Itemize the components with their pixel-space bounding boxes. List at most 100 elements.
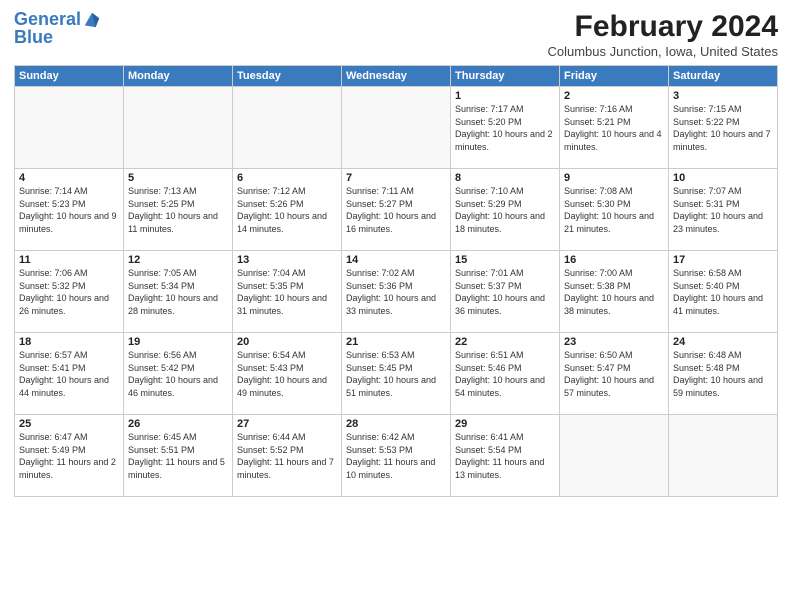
calendar-cell: 1Sunrise: 7:17 AM Sunset: 5:20 PM Daylig… [451,87,560,169]
calendar-cell: 16Sunrise: 7:00 AM Sunset: 5:38 PM Dayli… [560,251,669,333]
day-info: Sunrise: 6:57 AM Sunset: 5:41 PM Dayligh… [19,349,119,399]
day-info: Sunrise: 7:05 AM Sunset: 5:34 PM Dayligh… [128,267,228,317]
day-number: 18 [19,336,119,348]
calendar-cell: 23Sunrise: 6:50 AM Sunset: 5:47 PM Dayli… [560,333,669,415]
day-number: 21 [346,336,446,348]
day-number: 27 [237,418,337,430]
day-info: Sunrise: 7:02 AM Sunset: 5:36 PM Dayligh… [346,267,446,317]
weekday-header: Thursday [451,66,560,87]
calendar-cell: 8Sunrise: 7:10 AM Sunset: 5:29 PM Daylig… [451,169,560,251]
day-info: Sunrise: 7:04 AM Sunset: 5:35 PM Dayligh… [237,267,337,317]
calendar-cell: 29Sunrise: 6:41 AM Sunset: 5:54 PM Dayli… [451,415,560,497]
day-info: Sunrise: 6:51 AM Sunset: 5:46 PM Dayligh… [455,349,555,399]
calendar-week-row: 25Sunrise: 6:47 AM Sunset: 5:49 PM Dayli… [15,415,778,497]
calendar-week-row: 1Sunrise: 7:17 AM Sunset: 5:20 PM Daylig… [15,87,778,169]
calendar: SundayMondayTuesdayWednesdayThursdayFrid… [14,65,778,497]
calendar-header-row: SundayMondayTuesdayWednesdayThursdayFrid… [15,66,778,87]
weekday-header: Saturday [669,66,778,87]
day-number: 28 [346,418,446,430]
day-number: 6 [237,172,337,184]
day-number: 1 [455,90,555,102]
day-number: 3 [673,90,773,102]
day-number: 19 [128,336,228,348]
day-number: 13 [237,254,337,266]
day-number: 15 [455,254,555,266]
calendar-cell: 11Sunrise: 7:06 AM Sunset: 5:32 PM Dayli… [15,251,124,333]
header-area: General Blue February 2024 Columbus Junc… [14,10,778,59]
subtitle: Columbus Junction, Iowa, United States [547,44,778,59]
calendar-cell: 19Sunrise: 6:56 AM Sunset: 5:42 PM Dayli… [124,333,233,415]
calendar-cell: 24Sunrise: 6:48 AM Sunset: 5:48 PM Dayli… [669,333,778,415]
calendar-cell [233,87,342,169]
weekday-header: Friday [560,66,669,87]
day-number: 22 [455,336,555,348]
calendar-cell: 13Sunrise: 7:04 AM Sunset: 5:35 PM Dayli… [233,251,342,333]
day-info: Sunrise: 6:44 AM Sunset: 5:52 PM Dayligh… [237,431,337,481]
calendar-cell: 5Sunrise: 7:13 AM Sunset: 5:25 PM Daylig… [124,169,233,251]
day-number: 14 [346,254,446,266]
calendar-cell: 9Sunrise: 7:08 AM Sunset: 5:30 PM Daylig… [560,169,669,251]
day-info: Sunrise: 6:47 AM Sunset: 5:49 PM Dayligh… [19,431,119,481]
calendar-cell: 20Sunrise: 6:54 AM Sunset: 5:43 PM Dayli… [233,333,342,415]
day-number: 12 [128,254,228,266]
day-info: Sunrise: 7:06 AM Sunset: 5:32 PM Dayligh… [19,267,119,317]
calendar-cell [342,87,451,169]
calendar-cell: 28Sunrise: 6:42 AM Sunset: 5:53 PM Dayli… [342,415,451,497]
day-info: Sunrise: 6:53 AM Sunset: 5:45 PM Dayligh… [346,349,446,399]
day-number: 10 [673,172,773,184]
calendar-cell: 17Sunrise: 6:58 AM Sunset: 5:40 PM Dayli… [669,251,778,333]
calendar-cell: 26Sunrise: 6:45 AM Sunset: 5:51 PM Dayli… [124,415,233,497]
day-info: Sunrise: 7:12 AM Sunset: 5:26 PM Dayligh… [237,185,337,235]
calendar-cell: 6Sunrise: 7:12 AM Sunset: 5:26 PM Daylig… [233,169,342,251]
day-info: Sunrise: 7:00 AM Sunset: 5:38 PM Dayligh… [564,267,664,317]
logo-icon [83,11,101,29]
calendar-cell [15,87,124,169]
day-number: 7 [346,172,446,184]
day-info: Sunrise: 6:41 AM Sunset: 5:54 PM Dayligh… [455,431,555,481]
calendar-cell: 14Sunrise: 7:02 AM Sunset: 5:36 PM Dayli… [342,251,451,333]
calendar-cell [124,87,233,169]
day-info: Sunrise: 7:13 AM Sunset: 5:25 PM Dayligh… [128,185,228,235]
calendar-cell: 2Sunrise: 7:16 AM Sunset: 5:21 PM Daylig… [560,87,669,169]
calendar-week-row: 11Sunrise: 7:06 AM Sunset: 5:32 PM Dayli… [15,251,778,333]
day-info: Sunrise: 6:58 AM Sunset: 5:40 PM Dayligh… [673,267,773,317]
day-info: Sunrise: 6:54 AM Sunset: 5:43 PM Dayligh… [237,349,337,399]
weekday-header: Wednesday [342,66,451,87]
logo-blue: Blue [14,28,101,48]
calendar-cell: 27Sunrise: 6:44 AM Sunset: 5:52 PM Dayli… [233,415,342,497]
calendar-cell: 15Sunrise: 7:01 AM Sunset: 5:37 PM Dayli… [451,251,560,333]
calendar-cell: 12Sunrise: 7:05 AM Sunset: 5:34 PM Dayli… [124,251,233,333]
calendar-cell [669,415,778,497]
calendar-cell: 3Sunrise: 7:15 AM Sunset: 5:22 PM Daylig… [669,87,778,169]
day-info: Sunrise: 6:42 AM Sunset: 5:53 PM Dayligh… [346,431,446,481]
day-info: Sunrise: 7:17 AM Sunset: 5:20 PM Dayligh… [455,103,555,153]
day-info: Sunrise: 7:08 AM Sunset: 5:30 PM Dayligh… [564,185,664,235]
day-number: 4 [19,172,119,184]
weekday-header: Tuesday [233,66,342,87]
calendar-week-row: 18Sunrise: 6:57 AM Sunset: 5:41 PM Dayli… [15,333,778,415]
day-number: 9 [564,172,664,184]
weekday-header: Monday [124,66,233,87]
calendar-cell: 22Sunrise: 6:51 AM Sunset: 5:46 PM Dayli… [451,333,560,415]
day-number: 23 [564,336,664,348]
calendar-cell: 10Sunrise: 7:07 AM Sunset: 5:31 PM Dayli… [669,169,778,251]
day-info: Sunrise: 6:50 AM Sunset: 5:47 PM Dayligh… [564,349,664,399]
day-number: 29 [455,418,555,430]
calendar-cell: 18Sunrise: 6:57 AM Sunset: 5:41 PM Dayli… [15,333,124,415]
day-info: Sunrise: 7:14 AM Sunset: 5:23 PM Dayligh… [19,185,119,235]
day-info: Sunrise: 7:11 AM Sunset: 5:27 PM Dayligh… [346,185,446,235]
day-info: Sunrise: 7:15 AM Sunset: 5:22 PM Dayligh… [673,103,773,153]
day-info: Sunrise: 7:01 AM Sunset: 5:37 PM Dayligh… [455,267,555,317]
page: General Blue February 2024 Columbus Junc… [0,0,792,612]
day-number: 24 [673,336,773,348]
day-number: 5 [128,172,228,184]
day-info: Sunrise: 6:48 AM Sunset: 5:48 PM Dayligh… [673,349,773,399]
day-number: 2 [564,90,664,102]
day-number: 25 [19,418,119,430]
calendar-cell: 21Sunrise: 6:53 AM Sunset: 5:45 PM Dayli… [342,333,451,415]
day-info: Sunrise: 7:16 AM Sunset: 5:21 PM Dayligh… [564,103,664,153]
calendar-cell: 7Sunrise: 7:11 AM Sunset: 5:27 PM Daylig… [342,169,451,251]
day-number: 26 [128,418,228,430]
weekday-header: Sunday [15,66,124,87]
day-number: 8 [455,172,555,184]
